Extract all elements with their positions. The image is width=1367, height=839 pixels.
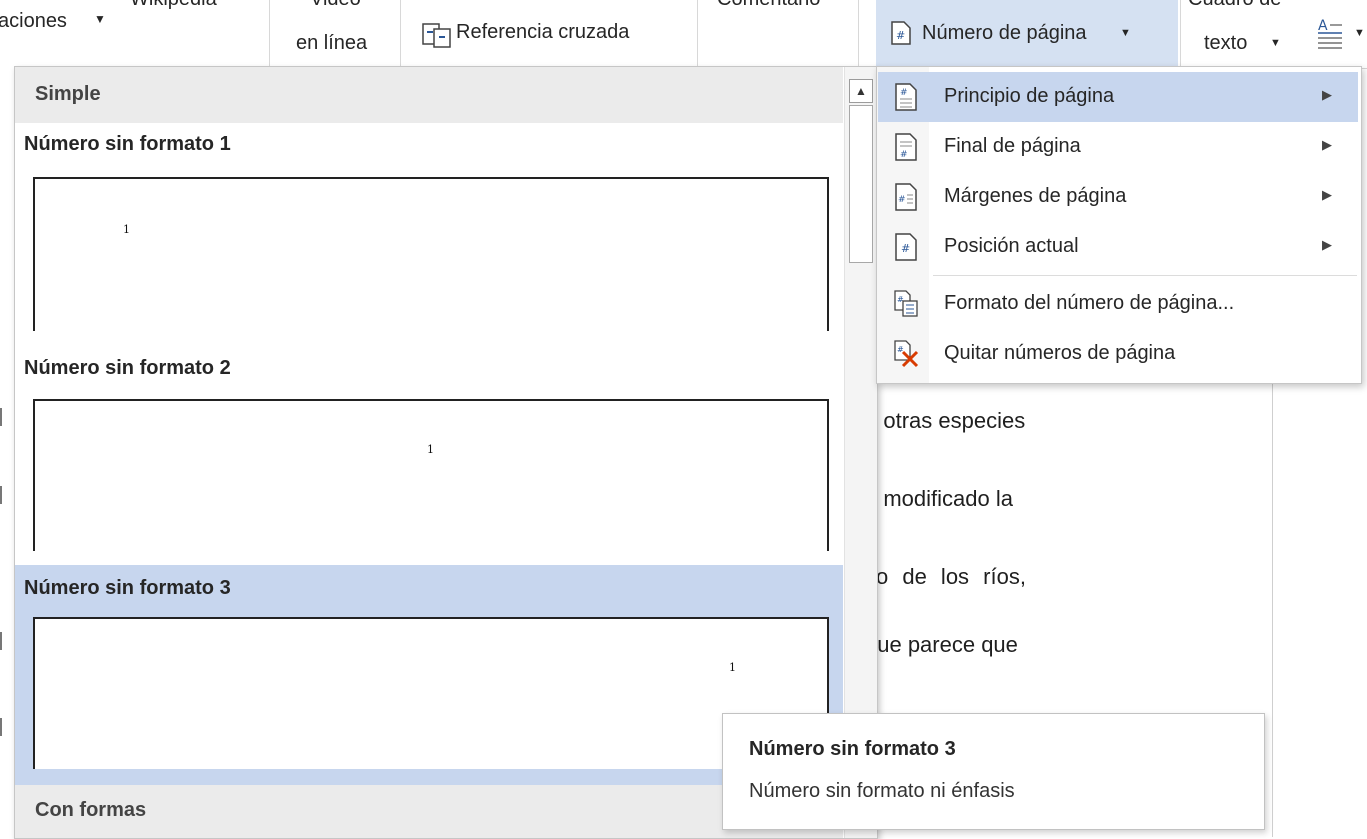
document-text-line: que parece que bbox=[865, 632, 1018, 657]
text-box-label-1: Cuadro de bbox=[1188, 0, 1281, 11]
page-number-menu: # Principio de página ▶ # Final de págin… bbox=[876, 66, 1362, 384]
menu-item-label: Formato del número de página... bbox=[944, 292, 1235, 314]
comment-button[interactable]: Comentario bbox=[717, 0, 820, 11]
svg-text:A: A bbox=[1318, 18, 1328, 34]
gallery-section-header: Con formas bbox=[15, 785, 843, 838]
svg-text:#: # bbox=[901, 242, 910, 255]
section-title-simple: Simple bbox=[35, 83, 101, 105]
svg-text:#: # bbox=[898, 195, 906, 205]
chevron-down-icon: ▼ bbox=[1120, 27, 1131, 39]
menu-item-current-position[interactable]: # Posición actual ▶ bbox=[878, 222, 1358, 272]
svg-text:#: # bbox=[900, 88, 908, 98]
page-number-sample: 1 bbox=[123, 223, 130, 236]
quick-parts-icon[interactable]: A bbox=[1316, 16, 1344, 50]
document-text-line: a otras especies bbox=[865, 408, 1026, 433]
tooltip-title: Número sin formato 3 bbox=[749, 738, 956, 760]
submenu-arrow-icon: ▶ bbox=[1322, 87, 1332, 102]
gallery-item-plain-number-1[interactable]: Número sin formato 1 1 bbox=[15, 123, 843, 343]
gallery-item-title: Número sin formato 1 bbox=[24, 133, 231, 155]
page-margins-icon: # bbox=[895, 183, 917, 211]
page-number-label: Número de página bbox=[922, 22, 1087, 44]
wikipedia-button[interactable]: Wikipedia bbox=[130, 0, 217, 11]
chevron-down-icon[interactable]: ▼ bbox=[1354, 27, 1365, 39]
cross-reference-label: Referencia cruzada bbox=[456, 21, 630, 43]
online-video-label-2: en línea bbox=[296, 32, 368, 54]
page-number-icon: # bbox=[891, 21, 911, 45]
menu-item-label: Quitar números de página bbox=[944, 342, 1176, 364]
page-bottom-icon: # bbox=[895, 133, 917, 161]
divider bbox=[858, 0, 859, 66]
submenu-arrow-icon: ▶ bbox=[1322, 137, 1332, 152]
scroll-up-arrow-icon[interactable]: ▲ bbox=[849, 79, 873, 103]
gallery-item-plain-number-2[interactable]: Número sin formato 2 1 bbox=[15, 343, 843, 565]
divider bbox=[697, 0, 698, 66]
page-number-sample: 1 bbox=[729, 661, 736, 674]
section-title-with-shapes: Con formas bbox=[35, 799, 147, 821]
chevron-down-icon[interactable]: ▼ bbox=[94, 12, 106, 26]
gallery-item-tooltip: Número sin formato 3 Número sin formato … bbox=[722, 713, 1265, 830]
divider bbox=[1180, 0, 1181, 66]
online-video-button[interactable]: Video en línea bbox=[290, 0, 386, 66]
current-position-icon: # bbox=[895, 233, 917, 261]
menu-item-label: Posición actual bbox=[944, 235, 1079, 257]
submenu-arrow-icon: ▶ bbox=[1322, 237, 1332, 252]
divider bbox=[400, 0, 401, 66]
chevron-down-icon: ▼ bbox=[1270, 37, 1281, 49]
menu-item-format-page-numbers[interactable]: # Formato del número de página... bbox=[878, 279, 1358, 329]
ribbon: aciones ▼ Wikipedia Video en línea Refer… bbox=[0, 0, 1367, 69]
gallery-item-title: Número sin formato 2 bbox=[24, 357, 231, 379]
text-box-button[interactable]: Cuadro de texto ▼ bbox=[1184, 0, 1302, 66]
cross-reference-icon bbox=[422, 23, 451, 48]
scrollbar-thumb[interactable] bbox=[849, 105, 873, 263]
tooltip-description: Número sin formato ni énfasis bbox=[749, 780, 1015, 802]
divider bbox=[269, 0, 270, 66]
online-video-label-1: Video bbox=[310, 0, 361, 11]
submenu-arrow-icon: ▶ bbox=[1322, 187, 1332, 202]
page-number-sample: 1 bbox=[427, 443, 434, 456]
page-preview: 1 bbox=[33, 617, 829, 769]
text-box-label-2: texto bbox=[1204, 32, 1248, 54]
document-left-margin bbox=[0, 68, 14, 837]
menu-item-bottom-of-page[interactable]: # Final de página ▶ bbox=[878, 122, 1358, 172]
document-text-line: a modificado la bbox=[865, 486, 1013, 511]
menu-item-label: Principio de página bbox=[944, 85, 1115, 107]
page-number-button[interactable]: # Número de página ▼ bbox=[876, 0, 1178, 66]
cross-reference-button[interactable]: Referencia cruzada bbox=[422, 20, 682, 52]
menu-item-page-margins[interactable]: # Márgenes de página ▶ bbox=[878, 172, 1358, 222]
gallery-section-header: Simple bbox=[15, 67, 843, 123]
menu-item-label: Márgenes de página bbox=[944, 185, 1127, 207]
page-preview: 1 bbox=[33, 177, 829, 331]
menu-item-top-of-page[interactable]: # Principio de página ▶ bbox=[878, 72, 1358, 122]
menu-item-remove-page-numbers[interactable]: # Quitar números de página bbox=[878, 329, 1358, 379]
menu-item-label: Final de página bbox=[944, 135, 1081, 157]
svg-text:#: # bbox=[896, 29, 905, 42]
remove-page-numbers-icon: # bbox=[894, 340, 919, 368]
document-text-line: so de los ríos, bbox=[865, 564, 1026, 589]
citations-button-label[interactable]: aciones bbox=[0, 10, 67, 33]
format-page-number-icon: # bbox=[894, 290, 918, 317]
menu-separator bbox=[933, 275, 1357, 276]
page-top-icon: # bbox=[895, 83, 917, 111]
gallery-item-plain-number-3[interactable]: Número sin formato 3 1 bbox=[15, 565, 843, 787]
page-preview: 1 bbox=[33, 399, 829, 551]
gallery-item-title: Número sin formato 3 bbox=[24, 577, 231, 599]
svg-text:#: # bbox=[900, 150, 908, 160]
